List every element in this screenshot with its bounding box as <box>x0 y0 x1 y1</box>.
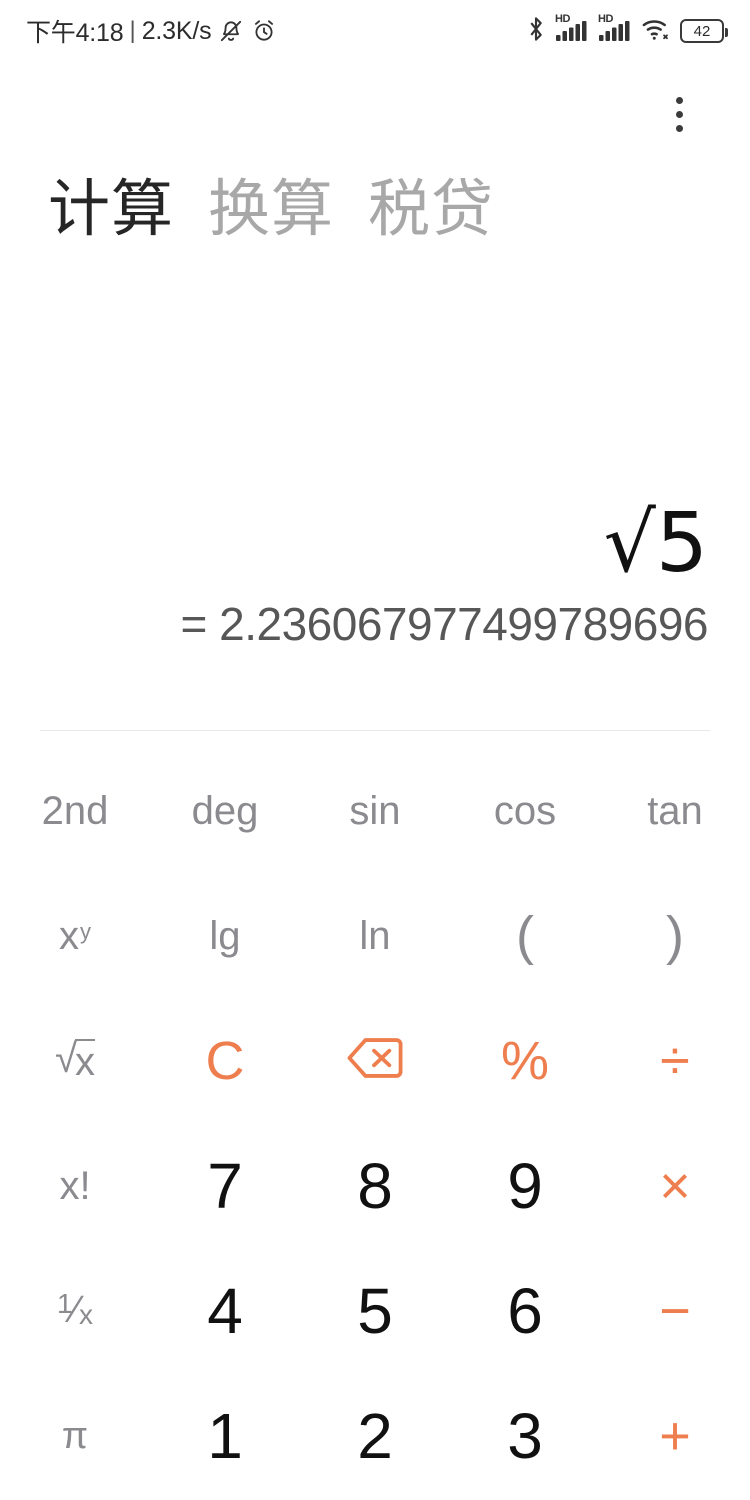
backspace-icon <box>346 1037 404 1084</box>
key-tan-label: tan <box>647 788 703 833</box>
keypad-row: 2nd deg sin cos tan <box>0 748 750 873</box>
key-2[interactable]: 2 <box>300 1373 450 1498</box>
signal-hd-1-icon: HD <box>555 12 589 47</box>
key-power-label: xy <box>59 913 91 958</box>
display-keypad-divider <box>40 730 710 731</box>
key-lg-label: lg <box>209 913 241 958</box>
key-reciprocal[interactable]: 1 ⁄ x <box>0 1248 150 1373</box>
key-1[interactable]: 1 <box>150 1373 300 1498</box>
key-clear[interactable]: C <box>150 998 300 1123</box>
key-sqrt[interactable]: √ x <box>0 998 150 1123</box>
key-6[interactable]: 6 <box>450 1248 600 1373</box>
key-tan[interactable]: tan <box>600 748 750 873</box>
key-8-label: 8 <box>357 1149 393 1222</box>
key-7[interactable]: 7 <box>150 1123 300 1248</box>
power-superscript: y <box>80 919 91 945</box>
status-bar-left: 下午4:18 | 2.3K/s <box>26 13 277 49</box>
key-percent[interactable]: % <box>450 998 600 1123</box>
status-time: 下午4:18 <box>26 19 124 47</box>
key-2-label: 2 <box>357 1399 393 1472</box>
bluetooth-icon <box>526 16 546 47</box>
key-divide-label: ÷ <box>660 1030 690 1091</box>
overflow-dot <box>675 124 683 132</box>
key-5-label: 5 <box>357 1274 393 1347</box>
keypad-row: x! 7 8 9 × <box>0 1123 750 1248</box>
wifi-icon <box>641 16 671 47</box>
key-multiply-label: × <box>659 1155 691 1216</box>
status-separator: | <box>129 17 136 44</box>
key-power[interactable]: xy <box>0 873 150 998</box>
key-1-label: 1 <box>207 1399 243 1472</box>
alarm-icon <box>251 18 277 44</box>
signal-hd-2-icon: HD <box>598 12 632 47</box>
keypad-row: 1 ⁄ x 4 5 6 − <box>0 1248 750 1373</box>
tab-tax-loan[interactable]: 税贷 <box>368 178 494 240</box>
key-subtract[interactable]: − <box>600 1248 750 1373</box>
hd-label-1: HD <box>555 12 570 25</box>
key-paren-open-label: ( <box>516 905 534 966</box>
sqrt-icon: √ x <box>55 1037 95 1084</box>
key-8[interactable]: 8 <box>300 1123 450 1248</box>
key-subtract-label: − <box>659 1280 691 1341</box>
mute-icon <box>218 18 244 44</box>
tab-bar: 计算 换算 税贷 <box>48 178 494 240</box>
tab-converter[interactable]: 换算 <box>208 178 334 240</box>
keypad: 2nd deg sin cos tan xy lg ln ( ) √ x C %… <box>0 748 750 1498</box>
overflow-menu-button[interactable] <box>654 88 704 140</box>
key-cos[interactable]: cos <box>450 748 600 873</box>
key-4[interactable]: 4 <box>150 1248 300 1373</box>
key-5[interactable]: 5 <box>300 1248 450 1373</box>
key-3[interactable]: 3 <box>450 1373 600 1498</box>
key-pi[interactable]: π <box>0 1373 150 1498</box>
key-paren-close[interactable]: ) <box>600 873 750 998</box>
status-bar: 下午4:18 | 2.3K/s HD HD 42 <box>0 0 750 62</box>
key-2nd-label: 2nd <box>41 788 109 833</box>
key-9[interactable]: 9 <box>450 1123 600 1248</box>
key-9-label: 9 <box>507 1149 543 1222</box>
battery-icon: 42 <box>680 19 728 43</box>
keypad-row: π 1 2 3 + <box>0 1373 750 1498</box>
key-multiply[interactable]: × <box>600 1123 750 1248</box>
key-6-label: 6 <box>507 1274 543 1347</box>
key-percent-label: % <box>500 1030 549 1091</box>
key-ln-label: ln <box>359 913 391 958</box>
reciprocal-icon: 1 ⁄ x <box>57 1288 93 1331</box>
key-factorial-label: x! <box>59 1163 91 1208</box>
key-sin[interactable]: sin <box>300 748 450 873</box>
key-4-label: 4 <box>207 1274 243 1347</box>
key-paren-open[interactable]: ( <box>450 873 600 998</box>
network-speed: 2.3K/s <box>141 16 212 45</box>
key-lg[interactable]: lg <box>150 873 300 998</box>
calculator-display: √5 = 2.236067977499789696 <box>0 499 750 650</box>
keypad-row: √ x C % ÷ <box>0 998 750 1123</box>
overflow-dot <box>675 96 683 104</box>
hd-label-2: HD <box>598 12 613 25</box>
key-deg[interactable]: deg <box>150 748 300 873</box>
key-2nd[interactable]: 2nd <box>0 748 150 873</box>
key-paren-close-label: ) <box>666 905 684 966</box>
tab-calculator[interactable]: 计算 <box>48 178 174 240</box>
key-3-label: 3 <box>507 1399 543 1472</box>
key-deg-label: deg <box>191 788 259 833</box>
battery-level: 42 <box>693 22 711 40</box>
key-sin-label: sin <box>349 788 401 833</box>
overflow-dot <box>675 110 683 118</box>
key-clear-label: C <box>205 1030 245 1091</box>
key-pi-label: π <box>61 1414 89 1457</box>
key-factorial[interactable]: x! <box>0 1123 150 1248</box>
key-7-label: 7 <box>207 1149 243 1222</box>
key-divide[interactable]: ÷ <box>600 998 750 1123</box>
expression-text[interactable]: √5 <box>42 499 708 589</box>
key-add-label: + <box>659 1405 691 1466</box>
keypad-row: xy lg ln ( ) <box>0 873 750 998</box>
key-ln[interactable]: ln <box>300 873 450 998</box>
key-backspace[interactable] <box>300 998 450 1123</box>
status-bar-right: HD HD 42 <box>526 12 728 47</box>
key-cos-label: cos <box>493 788 557 833</box>
key-add[interactable]: + <box>600 1373 750 1498</box>
result-text[interactable]: = 2.236067977499789696 <box>42 598 708 650</box>
